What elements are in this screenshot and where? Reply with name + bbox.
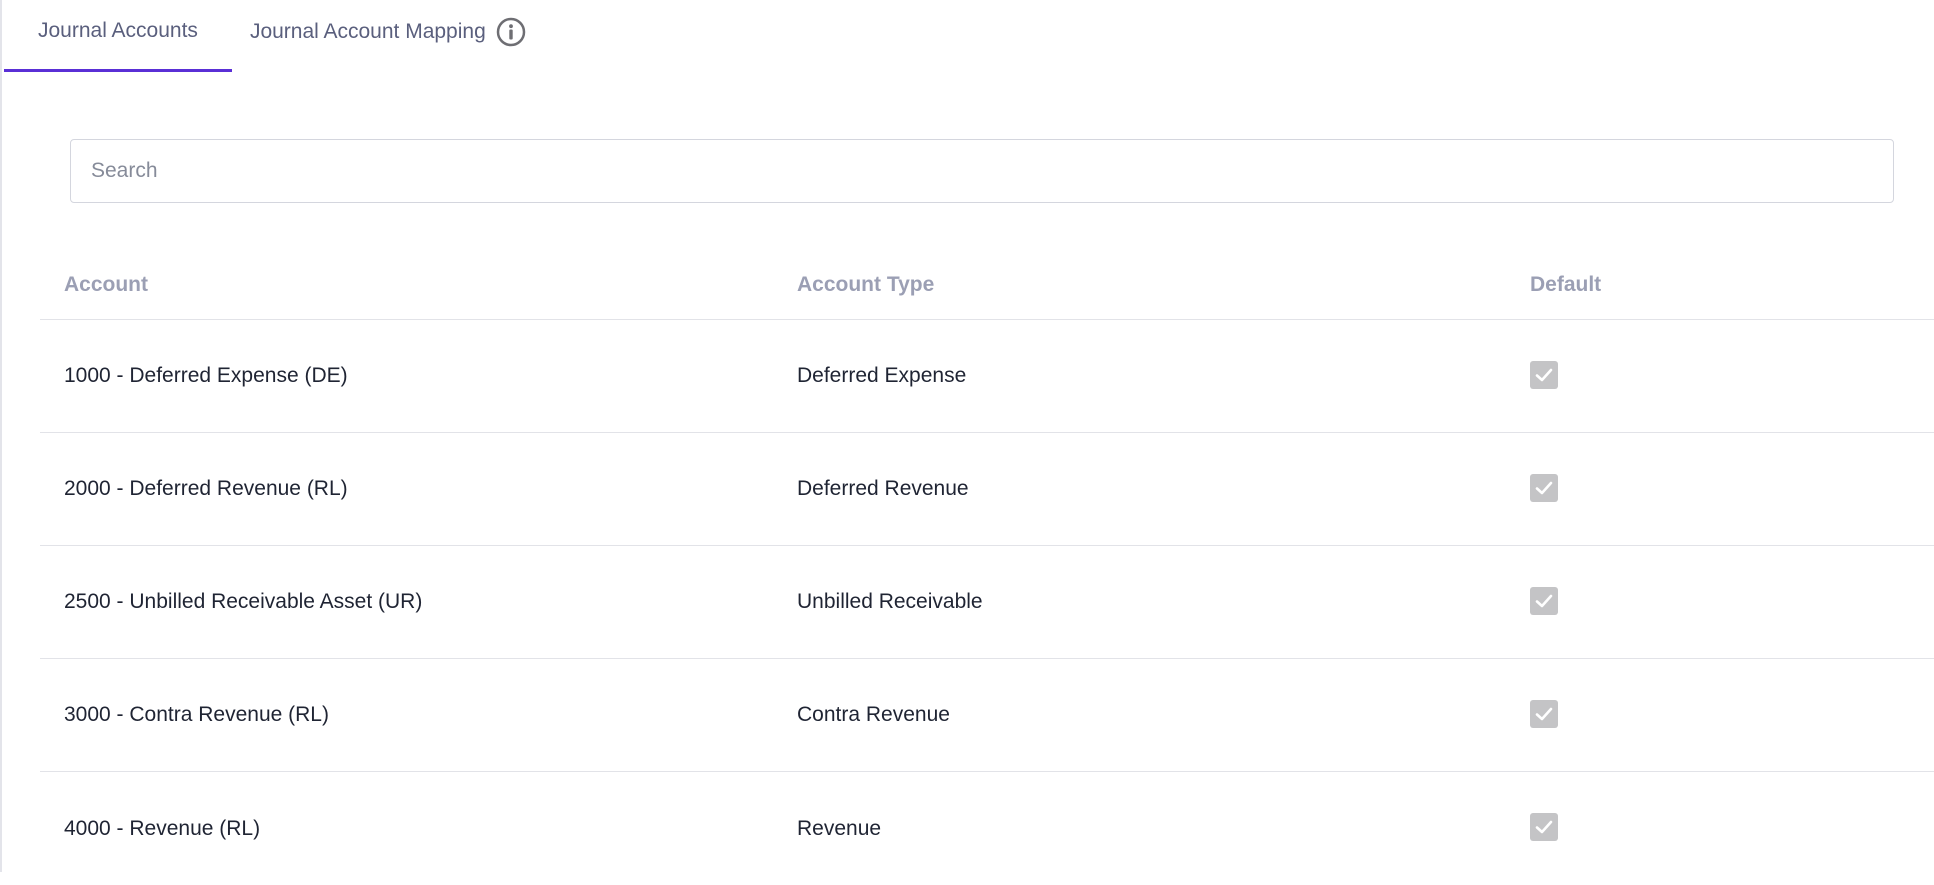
tab-journal-accounts[interactable]: Journal Accounts bbox=[4, 0, 232, 72]
account-type-cell: Revenue bbox=[797, 816, 882, 840]
tab-label: Journal Accounts bbox=[38, 18, 198, 42]
tab-journal-account-mapping[interactable]: Journal Account Mapping bbox=[232, 0, 560, 72]
account-cell: 2500 - Unbilled Receivable Asset (UR) bbox=[64, 590, 423, 613]
account-cell: 1000 - Deferred Expense (DE) bbox=[64, 364, 348, 387]
accounts-table: Account Account Type Default 1000 - Defe… bbox=[40, 250, 1934, 885]
column-header-default[interactable]: Default bbox=[1506, 273, 1934, 297]
default-cell bbox=[1506, 813, 1934, 844]
default-cell bbox=[1506, 699, 1934, 731]
default-checkbox bbox=[1530, 813, 1558, 841]
default-checkbox bbox=[1530, 586, 1558, 615]
table-row[interactable]: 2000 - Deferred Revenue (RL) Deferred Re… bbox=[40, 433, 1934, 546]
account-type-cell: Contra Revenue bbox=[797, 703, 950, 726]
table-row[interactable]: 1000 - Deferred Expense (DE) Deferred Ex… bbox=[40, 320, 1934, 433]
default-cell bbox=[1506, 586, 1934, 618]
checkmark-icon bbox=[1535, 594, 1553, 607]
table-row[interactable]: 3000 - Contra Revenue (RL) Contra Revenu… bbox=[40, 659, 1934, 772]
table-header: Account Account Type Default bbox=[40, 250, 1934, 320]
account-type-cell: Deferred Revenue bbox=[797, 477, 969, 500]
column-header-account[interactable]: Account bbox=[40, 273, 773, 297]
default-cell bbox=[1506, 360, 1934, 392]
page-frame: Journal Accounts Journal Account Mapping… bbox=[0, 0, 1934, 872]
tab-bar: Journal Accounts Journal Account Mapping bbox=[4, 0, 560, 72]
default-checkbox bbox=[1530, 473, 1558, 502]
account-cell: 3000 - Contra Revenue (RL) bbox=[64, 703, 329, 726]
account-type-cell: Deferred Expense bbox=[797, 364, 967, 387]
account-cell: 4000 - Revenue (RL) bbox=[64, 816, 261, 840]
table-row[interactable]: 2500 - Unbilled Receivable Asset (UR) Un… bbox=[40, 546, 1934, 659]
default-cell bbox=[1506, 473, 1934, 505]
info-icon[interactable] bbox=[496, 17, 526, 47]
column-header-account-type[interactable]: Account Type bbox=[773, 273, 1506, 297]
tab-label: Journal Account Mapping bbox=[249, 20, 486, 43]
account-cell: 2000 - Deferred Revenue (RL) bbox=[64, 477, 348, 500]
search-container bbox=[70, 139, 1894, 203]
default-checkbox bbox=[1530, 360, 1558, 389]
account-type-cell: Unbilled Receivable bbox=[797, 590, 983, 613]
search-input[interactable] bbox=[70, 139, 1894, 203]
checkmark-icon bbox=[1535, 481, 1553, 494]
table-row[interactable]: 4000 - Revenue (RL) Revenue bbox=[40, 772, 1934, 885]
checkmark-icon bbox=[1535, 707, 1553, 720]
default-checkbox bbox=[1530, 699, 1558, 728]
checkmark-icon bbox=[1535, 368, 1553, 381]
checkmark-icon bbox=[1535, 820, 1553, 834]
